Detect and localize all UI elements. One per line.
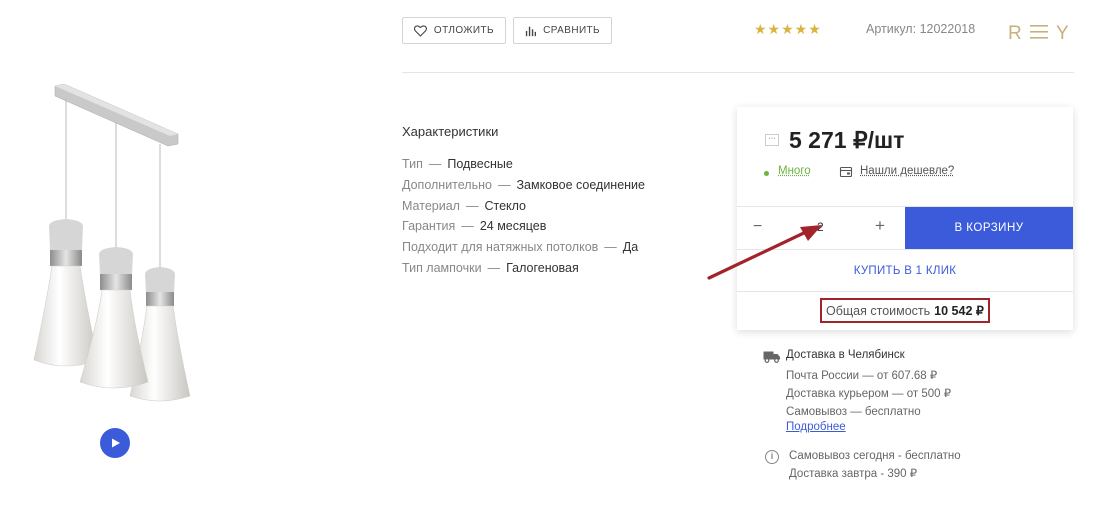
- pickup-options: Самовывоз сегодня - бесплатно Доставка з…: [789, 447, 961, 483]
- delivery-more-link[interactable]: Подробнее: [786, 421, 846, 433]
- spec-dash: —: [461, 219, 474, 234]
- postpone-button[interactable]: ОТЛОЖИТЬ: [402, 17, 506, 44]
- spec-row: Гарантия — 24 месяцев: [402, 216, 645, 237]
- spec-key: Тип лампочки: [402, 260, 482, 275]
- spec-dash: —: [487, 260, 501, 275]
- price-value: 5 271 ₽/шт: [789, 127, 905, 153]
- spec-value: Да: [622, 240, 639, 255]
- spec-key: Дополнительно: [402, 177, 492, 192]
- price-menu-icon[interactable]: ···: [765, 134, 779, 146]
- delivery-option: Самовывоз — бесплатно: [786, 406, 921, 418]
- info-icon: i: [765, 450, 779, 464]
- delivery-option: Почта России — от 607.68 ₽: [786, 370, 938, 382]
- compare-label: СРАВНИТЬ: [543, 25, 600, 36]
- play-icon: [112, 438, 120, 448]
- play-video-button[interactable]: [100, 428, 130, 458]
- heart-icon: [414, 24, 427, 37]
- spec-row: Материал — Стекло: [402, 196, 645, 217]
- svg-text:R: R: [1008, 23, 1022, 44]
- spec-key: Подходит для натяжных потолков: [402, 240, 599, 255]
- delivery-title: Доставка в Челябинск: [786, 349, 905, 361]
- spec-row: Подходит для натяжных потолков — Да: [402, 237, 645, 258]
- svg-text:Y: Y: [1056, 23, 1069, 44]
- postpone-label: ОТЛОЖИТЬ: [433, 25, 494, 36]
- pickup-option: Доставка завтра - 390 ₽: [789, 468, 918, 480]
- spec-value: Стекло: [484, 198, 527, 213]
- spec-row: Тип — Подвесные: [402, 154, 645, 175]
- article-label: Артикул:: [866, 22, 917, 36]
- spec-dash: —: [604, 240, 617, 255]
- spec-key: Тип: [402, 157, 423, 171]
- spec-key: Гарантия: [402, 219, 456, 234]
- stock-indicator-dot: [764, 171, 769, 176]
- quantity-increment-button[interactable]: +: [875, 216, 885, 236]
- spec-row: Тип лампочки — Галогеновая: [402, 258, 645, 279]
- bar-chart-icon: [525, 26, 537, 36]
- spec-value: Подвесные: [447, 157, 513, 171]
- spec-value: Замковое соединение: [516, 177, 645, 192]
- specs-list: Тип — Подвесные Дополнительно — Замковое сое…: [402, 154, 645, 279]
- spec-dash: —: [465, 198, 479, 213]
- spec-value: 24 месяцев: [479, 219, 547, 234]
- product-image: [33, 83, 191, 402]
- spec-key: Материал: [402, 198, 460, 213]
- rating-stars: ★★★★★: [754, 21, 822, 37]
- divider: [402, 72, 1074, 73]
- compare-button[interactable]: СРАВНИТЬ: [513, 17, 612, 44]
- spec-dash: —: [428, 157, 442, 171]
- price-tag-icon: [839, 166, 853, 178]
- delivery-options: Почта России — от 607.68 ₽ Доставка курь…: [786, 367, 951, 421]
- spec-dash: —: [497, 177, 511, 192]
- stock-label[interactable]: Много: [778, 165, 811, 177]
- truck-icon: [763, 351, 780, 363]
- spec-row: Дополнительно — Замковое соединение: [402, 175, 645, 196]
- found-cheaper-link[interactable]: Нашли дешевле?: [860, 165, 954, 177]
- total-label: Общая стоимость: [826, 303, 931, 318]
- specs-title: Характеристики: [402, 124, 499, 139]
- total-cost-box: Общая стоимость 10 542 ₽: [820, 298, 990, 323]
- delivery-option: Доставка курьером — от 500 ₽: [786, 388, 952, 400]
- article-number: Артикул: 12022018: [866, 22, 975, 36]
- article-value: 12022018: [919, 22, 976, 36]
- total-value: 10 542 ₽: [934, 304, 984, 318]
- annotation-arrow: [707, 225, 822, 280]
- brand-logo: R Y: [1008, 23, 1069, 44]
- spec-value: Галогеновая: [506, 260, 579, 275]
- pickup-option: Самовывоз сегодня - бесплатно: [789, 450, 961, 462]
- add-to-cart-button[interactable]: В КОРЗИНУ: [905, 207, 1073, 249]
